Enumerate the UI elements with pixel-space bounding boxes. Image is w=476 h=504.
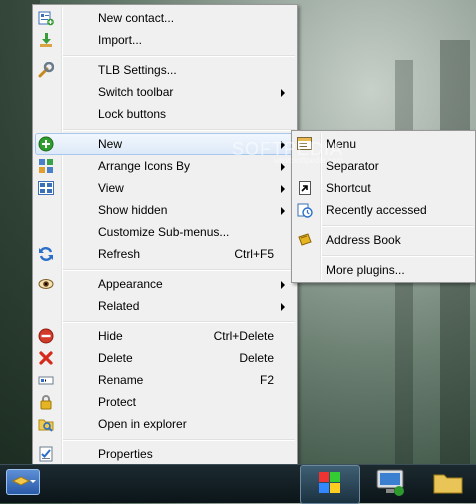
add-icon [38,136,54,152]
delete-icon [38,350,54,366]
shortcut-label: Ctrl+F5 [234,247,274,261]
menu-item-open-in-explorer[interactable]: Open in explorer [35,413,295,435]
menu-item-arrange-icons[interactable]: Arrange Icons By [35,155,295,177]
rename-icon [38,372,54,388]
menu-item-customize-submenus[interactable]: Customize Sub-menus... [35,221,295,243]
context-menu: New contact... Import... TLB Settings...… [32,4,298,469]
taskbar-app-active[interactable] [300,465,360,504]
menu-item-tlb-settings[interactable]: TLB Settings... [35,59,295,81]
menu-item-hide[interactable]: Hide Ctrl+Delete [35,325,295,347]
menu-item-label: Show hidden [98,203,168,217]
menu-item-label: Customize Sub-menus... [98,225,230,239]
chevron-right-icon [281,141,285,149]
menu-separator [322,255,473,257]
network-computer-icon [373,467,407,500]
windows-app-icon [313,468,347,501]
menu-item-label: View [98,181,124,195]
menu-item-label: Open in explorer [98,417,187,431]
menu-item-new-contact[interactable]: New contact... [35,7,295,29]
view-icon [38,180,54,196]
menu-separator [63,269,295,271]
menu-item-appearance[interactable]: Appearance [35,273,295,295]
chevron-right-icon [281,163,285,171]
menu-item-label: New [98,137,123,151]
menu-icon [297,136,313,152]
menu-item-label: Appearance [98,277,163,291]
menu-item-label: Shortcut [326,181,371,195]
menu-item-label: Recently accessed [326,203,427,217]
menu-item-new[interactable]: New [35,133,295,155]
submenu-item-menu[interactable]: Menu [294,133,473,155]
submenu-item-recently-accessed[interactable]: Recently accessed [294,199,473,221]
menu-item-label: Protect [98,395,137,409]
menu-item-switch-toolbar[interactable]: Switch toolbar [35,81,295,103]
explorer-icon [38,416,54,432]
menu-item-label: Separator [326,159,379,173]
submenu-item-separator[interactable]: Separator [294,155,473,177]
submenu-item-shortcut[interactable]: Shortcut [294,177,473,199]
menu-item-label: Related [98,299,140,313]
menu-item-label: More plugins... [326,263,405,277]
folder-icon [431,467,465,500]
refresh-icon [38,246,54,262]
new-contact-icon [38,10,54,26]
menu-item-refresh[interactable]: Refresh Ctrl+F5 [35,243,295,265]
submenu-item-more-plugins[interactable]: More plugins... [294,259,473,281]
menu-item-label: Lock buttons [98,107,167,121]
submenu-item-address-book[interactable]: Address Book [294,229,473,251]
eye-icon [38,276,54,292]
wrench-icon [38,62,54,78]
menu-item-protect[interactable]: Protect [35,391,295,413]
taskbar [0,464,476,504]
properties-icon [38,446,54,462]
menu-separator [63,439,295,441]
menu-item-label: Refresh [98,247,141,261]
menu-item-label: New contact... [98,11,175,25]
arrange-icon [38,158,54,174]
menu-item-label: Switch toolbar [98,85,174,99]
lock-icon [38,394,54,410]
hide-icon [38,328,54,344]
toolbar-launcher-button[interactable] [6,469,40,495]
shortcut-label: F2 [259,373,274,387]
chevron-right-icon [281,89,285,97]
menu-item-lock-buttons[interactable]: Lock buttons [35,103,295,125]
menu-item-label: TLB Settings... [98,63,177,77]
chevron-right-icon [281,303,285,311]
menu-item-label: Rename [98,373,144,387]
shortcut-label: Ctrl+Delete [213,329,274,343]
menu-separator [63,321,295,323]
menu-item-label: Arrange Icons By [98,159,191,173]
chevron-right-icon [281,185,285,193]
menu-item-related[interactable]: Related [35,295,295,317]
taskbar-app-network[interactable] [366,466,414,501]
launcher-icon [10,472,36,493]
menu-item-label: Import... [98,33,143,47]
menu-item-show-hidden[interactable]: Show hidden [35,199,295,221]
shortcut-label: Delete [239,351,274,365]
chevron-right-icon [281,207,285,215]
recent-icon [297,202,313,218]
import-icon [38,32,54,48]
menu-separator [322,225,473,227]
menu-item-properties[interactable]: Properties [35,443,295,465]
menu-item-label: Properties [98,447,153,461]
new-submenu: Menu Separator Shortcut Recently accesse… [291,130,476,283]
menu-item-label: Delete [98,351,133,365]
chevron-right-icon [281,281,285,289]
menu-item-label: Hide [98,329,123,343]
menu-item-label: Address Book [326,233,401,247]
taskbar-app-folder[interactable] [424,466,472,501]
address-book-icon [297,232,313,248]
menu-item-view[interactable]: View [35,177,295,199]
menu-item-delete[interactable]: Delete Delete [35,347,295,369]
menu-item-import[interactable]: Import... [35,29,295,51]
menu-item-label: Menu [326,137,357,151]
shortcut-icon [297,180,313,196]
menu-item-rename[interactable]: Rename F2 [35,369,295,391]
menu-separator [63,129,295,131]
menu-separator [63,55,295,57]
